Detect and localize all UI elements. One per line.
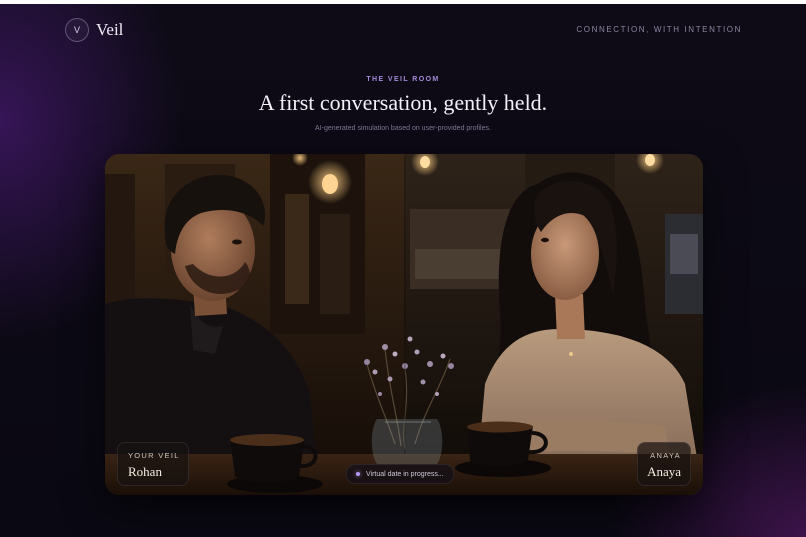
brand-logo: V	[65, 18, 89, 42]
top-edge	[0, 0, 806, 4]
match-label: ANAYA	[650, 451, 681, 460]
brand-tagline: CONNECTION, WITH INTENTION	[576, 25, 742, 34]
date-status-pill: Virtual date in progress...	[346, 464, 454, 484]
page-title: A first conversation, gently held.	[258, 90, 548, 115]
date-status-text: Virtual date in progress...	[366, 470, 444, 478]
match-badge: ANAYA Anaya	[637, 442, 691, 486]
section-eyebrow: THE VEIL ROOM	[366, 76, 440, 83]
date-scene: YOUR VEIL Rohan Virtual date in progress…	[105, 154, 703, 495]
page-subtitle: AI-generated simulation based on user-pr…	[315, 125, 491, 132]
your-veil-badge: YOUR VEIL Rohan	[117, 442, 189, 486]
brand-name: Veil	[96, 20, 124, 39]
cafe-scene-illustration	[105, 154, 703, 495]
brand[interactable]: V Veil	[65, 18, 123, 42]
your-veil-name: Rohan	[128, 464, 162, 479]
your-veil-label: YOUR VEIL	[128, 451, 180, 460]
match-name: Anaya	[647, 464, 681, 479]
status-dot-icon	[356, 472, 360, 476]
